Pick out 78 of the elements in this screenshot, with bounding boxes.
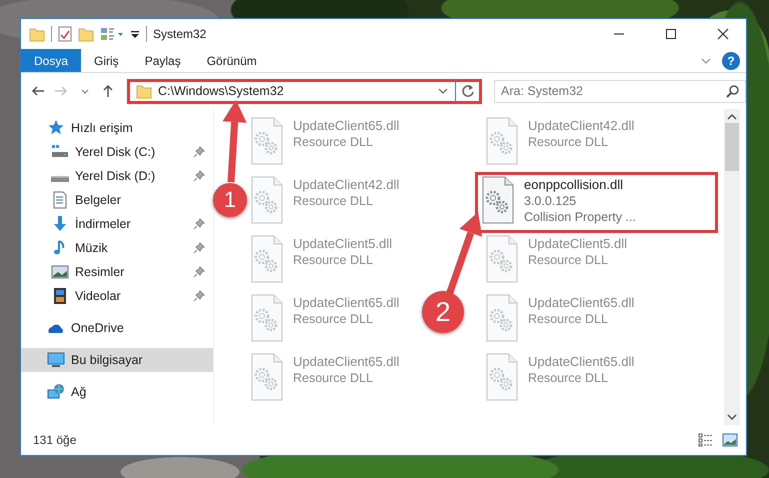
dll-file-icon <box>485 235 519 283</box>
item-count: 131 öğe <box>33 432 78 449</box>
download-icon <box>51 215 69 233</box>
computer-icon <box>47 351 65 369</box>
sidebar-item[interactable]: Resimler <box>21 260 213 284</box>
file-name: UpdateClient5.dll <box>528 235 628 252</box>
sidebar-item[interactable]: Yerel Disk (D:) <box>21 164 213 188</box>
folder-icon <box>136 83 152 99</box>
sidebar-item[interactable]: Belgeler <box>21 188 213 212</box>
file-name: UpdateClient65.dll <box>293 294 400 311</box>
ribbon-tab[interactable]: Paylaş <box>132 49 194 72</box>
sidebar-item[interactable]: Müzik <box>21 236 213 260</box>
file-detail: Resource DLL <box>528 370 609 386</box>
scrollbar[interactable] <box>724 109 740 425</box>
ribbon-tab[interactable]: Giriş <box>81 49 132 72</box>
large-icons-view-icon[interactable] <box>722 433 738 447</box>
dll-file-icon <box>485 353 519 401</box>
videos-icon <box>51 287 69 305</box>
sidebar-item[interactable]: Yerel Disk (C:) <box>21 140 213 164</box>
maximize-icon <box>665 28 677 40</box>
details-view-icon[interactable] <box>698 433 714 447</box>
file-name: UpdateClient65.dll <box>293 353 400 370</box>
file-detail: Resource DLL <box>528 311 609 327</box>
document-icon <box>51 191 69 209</box>
sidebar-item[interactable]: İndirmeler <box>21 212 213 236</box>
dll-file-icon <box>250 294 284 342</box>
drive-icon <box>51 176 69 182</box>
scroll-thumb[interactable] <box>725 123 739 171</box>
pictures-icon <box>51 263 69 281</box>
back-icon <box>30 84 45 98</box>
customize-dropdown-icon[interactable] <box>130 29 140 39</box>
sidebar-item[interactable]: OneDrive <box>21 316 213 340</box>
file-item[interactable]: eonppcollision.dll 3.0.0.125 Collision Property ... <box>477 174 716 231</box>
file-detail: 3.0.0.125 <box>524 193 578 209</box>
file-name: eonppcollision.dll <box>524 176 624 193</box>
dll-file-icon <box>481 176 515 224</box>
ribbon-tab[interactable]: Dosya <box>21 49 82 72</box>
properties-icon[interactable] <box>100 26 124 42</box>
dll-file-icon <box>485 117 519 165</box>
dll-file-icon <box>250 117 284 165</box>
dll-file-icon <box>485 294 519 342</box>
file-name: UpdateClient42.dll <box>528 117 634 134</box>
star-icon <box>47 119 65 137</box>
file-detail: Resource DLL <box>528 134 609 150</box>
dll-file-icon <box>250 235 284 283</box>
scroll-down-icon[interactable] <box>727 413 737 421</box>
help-icon[interactable]: ? <box>722 52 740 70</box>
checklist-icon[interactable] <box>58 26 72 42</box>
close-icon <box>717 28 729 40</box>
file-detail: Resource DLL <box>293 193 374 209</box>
file-detail: Resource DLL <box>293 252 374 268</box>
file-detail: Resource DLL <box>293 134 374 150</box>
ribbon-tab[interactable]: Görünüm <box>194 49 270 72</box>
file-detail: Resource DLL <box>293 311 374 327</box>
window-title: System32 <box>153 26 206 43</box>
sidebar-item[interactable]: Bu bilgisayar <box>21 348 213 372</box>
search-field[interactable]: Ara: System32 <box>494 80 746 102</box>
dll-file-icon <box>250 176 284 224</box>
file-name: UpdateClient65.dll <box>528 353 634 370</box>
scroll-up-icon[interactable] <box>727 113 737 121</box>
forward-icon <box>54 84 68 98</box>
file-name: UpdateClient42.dll <box>293 176 400 193</box>
file-detail: Resource DLL <box>293 370 374 386</box>
file-detail: Collision Property ... <box>524 209 636 225</box>
network-icon <box>47 383 65 401</box>
up-icon <box>101 84 116 98</box>
sidebar-item[interactable]: Ağ <box>21 380 213 404</box>
sidebar-item[interactable]: Hızlı erişim <box>21 116 213 140</box>
dll-file-icon <box>250 353 284 401</box>
file-name: UpdateClient5.dll <box>293 235 392 252</box>
address-path: C:\Windows\System32 <box>158 82 285 100</box>
file-name: UpdateClient65.dll <box>528 294 634 311</box>
file-detail: Resource DLL <box>528 252 609 268</box>
sidebar-item[interactable]: Videolar <box>21 284 213 308</box>
search-icon <box>726 84 740 98</box>
file-name: UpdateClient65.dll <box>293 117 400 134</box>
address-field[interactable]: C:\Windows\System32 <box>127 78 482 104</box>
refresh-icon <box>460 84 474 98</box>
